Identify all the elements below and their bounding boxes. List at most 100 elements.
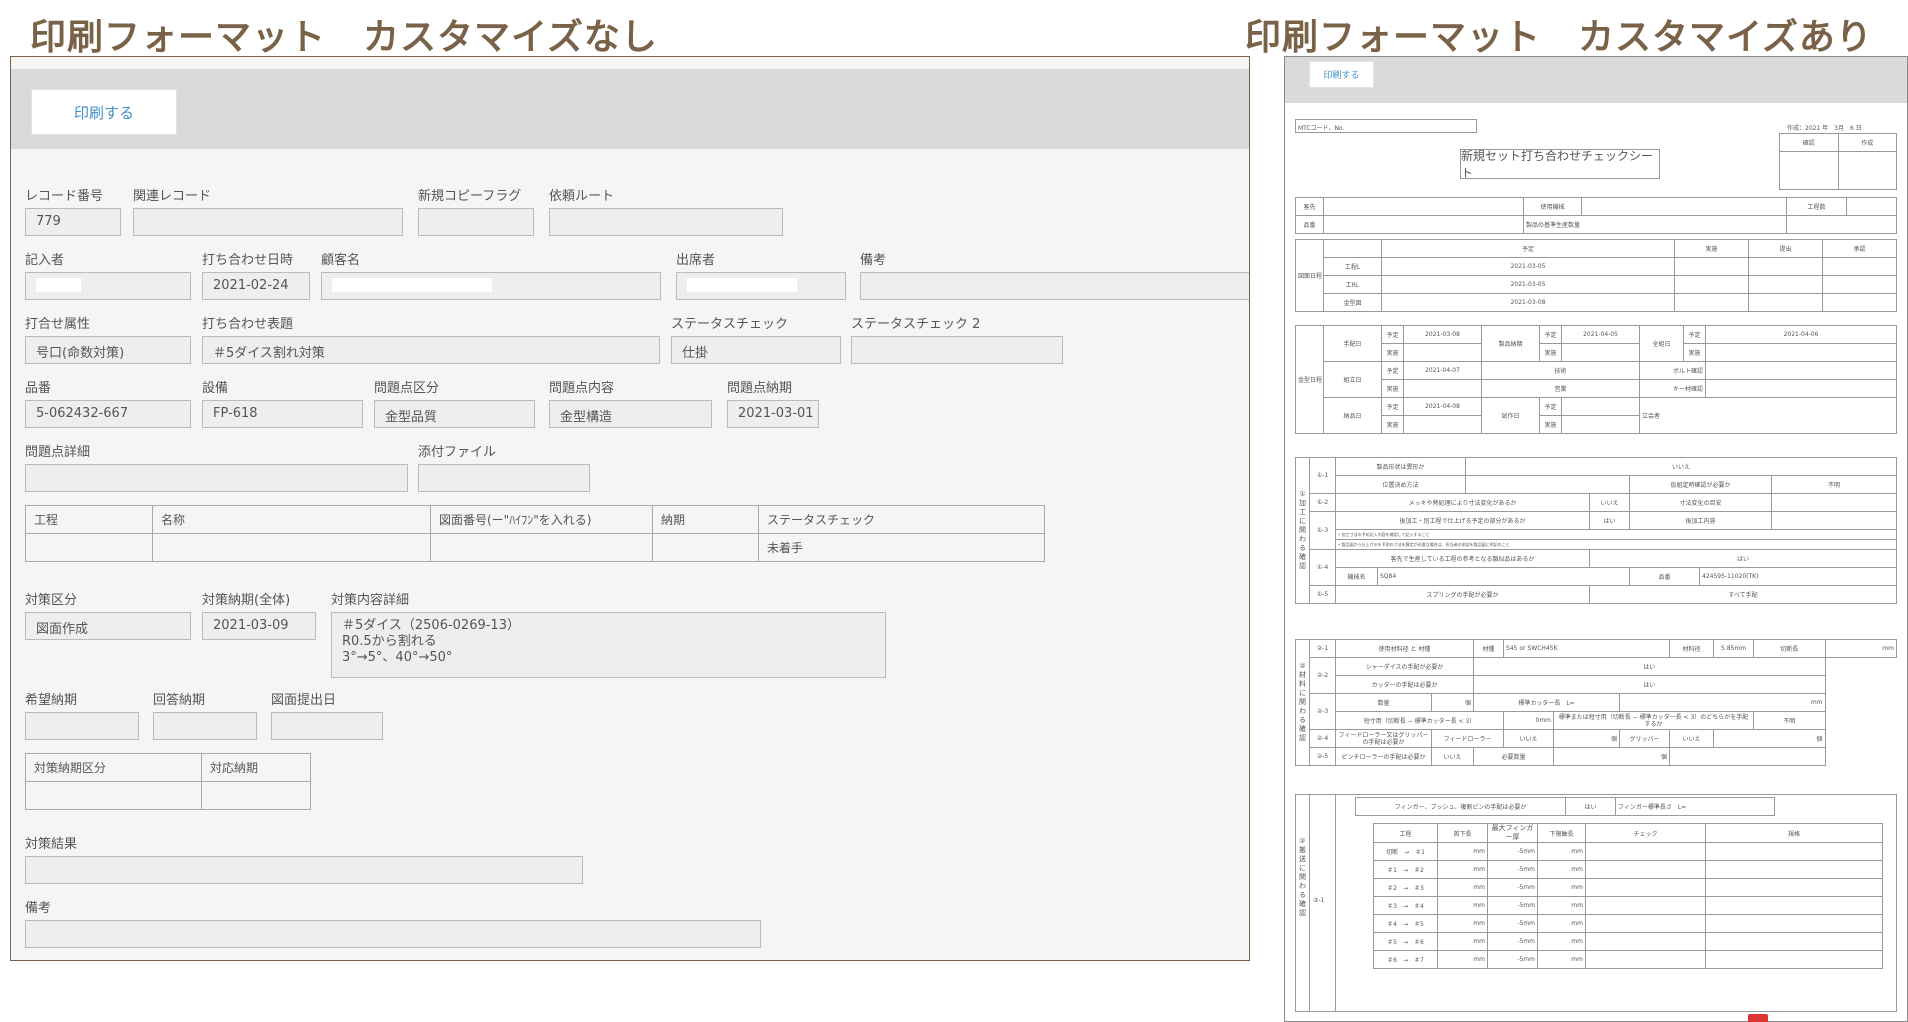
label-measure-detail: 対策内容詳細 (331, 593, 410, 608)
sched-row-label: 工RL (1323, 275, 1382, 294)
finger-table: フィンガー、ブッシュ、複割ピンの手配は必要か はい フィンガー標準長さ L= (1355, 797, 1775, 816)
item-question: 短寸用（切断長 − 標準カッター長 < 3） (1334, 711, 1505, 730)
mold-cell: キー材確認 (1639, 379, 1706, 398)
heading-with-customize: 印刷フォーマット カスタマイズあり (1245, 17, 1873, 58)
drawing-no-cell[interactable] (430, 533, 653, 562)
answer-deadline-field[interactable] (153, 712, 257, 740)
item-question: 材料径 (1669, 639, 1715, 658)
table-row: 対策納期区分 対応納期 (25, 753, 311, 782)
customer-label: 客先 (1295, 197, 1324, 216)
note-line: • 加工寸法の予め記入内容を確認して記入すること (1335, 529, 1897, 540)
writer-field[interactable] (25, 272, 191, 300)
desired-deadline-field[interactable] (25, 712, 139, 740)
issue-category-field[interactable]: 金型品質 (374, 400, 535, 428)
label-record-no: レコード番号 (25, 189, 104, 204)
label-remarks-bottom: 備考 (25, 901, 52, 916)
meeting-attr-field[interactable]: 号口(命数対策) (25, 336, 191, 364)
label-meeting-date: 打ち合わせ日時 (202, 253, 294, 268)
measure-deadline-category-header: 対策納期区分 (25, 753, 202, 782)
label-issue-category: 問題点区分 (374, 381, 440, 396)
issue-content-field[interactable]: 金型構造 (549, 400, 712, 428)
item-question: 寸法変化の目安 (1629, 493, 1773, 512)
mold-date: 2021-04-06 (1705, 325, 1897, 344)
label-meeting-attr: 打合せ属性 (25, 317, 91, 332)
drawing-schedule-table: 図面日程 予定 実施 提出 承認 工程L 2021-03-05 工RL 2021-0… (1295, 239, 1897, 312)
label-desired-deadline: 希望納期 (25, 693, 78, 708)
status-check-field[interactable]: 仕掛 (671, 336, 841, 364)
name-cell[interactable] (152, 533, 431, 562)
mold-cell: 組立日 (1323, 361, 1382, 398)
plan-label: 予定 (1539, 325, 1562, 344)
item-answer: はい (1473, 657, 1826, 676)
section2-title: ②材料に関わる確認 (1295, 639, 1310, 766)
label-meeting-title: 打ち合わせ表題 (202, 317, 294, 332)
meeting-title-field[interactable]: ＃5ダイス割れ対策 (202, 336, 660, 364)
remarks-field[interactable] (860, 272, 1249, 300)
confirm-header: 確認 (1779, 133, 1839, 152)
transfer-header: 工程 (1373, 823, 1438, 843)
measure-category-field[interactable]: 図面作成 (25, 612, 191, 640)
issue-deadline-field[interactable]: 2021-03-01 (727, 400, 819, 428)
copy-flag-field[interactable] (418, 208, 534, 236)
measure-detail-field[interactable]: ＃5ダイス（2506-0269-13） R0.5から割れる 3°→5°、40°→… (331, 612, 886, 678)
mold-date: 2021-03-08 (1403, 325, 1482, 344)
customer-field[interactable] (321, 272, 661, 300)
remarks-bottom-field[interactable] (25, 920, 761, 948)
sched-row-date: 2021-03-05 (1381, 257, 1675, 276)
label-attendee: 出席者 (676, 253, 716, 268)
make-header: 作成 (1837, 133, 1897, 152)
attendee-field[interactable] (676, 272, 846, 300)
measure-deadline-all-field[interactable]: 2021-03-09 (202, 612, 316, 640)
measure-result-field[interactable] (25, 856, 583, 884)
name-header: 名称 (152, 505, 431, 534)
deadline-cell[interactable] (652, 533, 759, 562)
issue-detail-field[interactable] (25, 464, 408, 492)
equipment-field[interactable]: FP-618 (202, 400, 363, 428)
note-line: • 製品図から仕上げるを予測の寸法を算定が必要な場合は、担当者の承認を製品図に明… (1335, 539, 1897, 550)
table-row: 工程 名称 図面番号(ー"ﾊｲﾌﾝ"を入れる) 納期 ステータスチェック (25, 505, 1045, 534)
table-row: ＃1 → ＃2 mm -5mm mm (1373, 860, 1883, 879)
label-writer: 記入者 (25, 253, 65, 268)
request-route-field[interactable] (549, 208, 783, 236)
item-question: スプリングの手配が必要か (1334, 585, 1591, 604)
item-id: ②-1 (1309, 639, 1336, 658)
status-cell[interactable]: 未着手 (758, 533, 1045, 562)
status-header: ステータスチェック (758, 505, 1045, 534)
table-row: 工程 首下長 最大フィンガー厚 下限軸長 チェック 規格 (1373, 823, 1883, 843)
related-record-field[interactable] (133, 208, 403, 236)
table-row: ＃3 → ＃4 mm -5mm mm (1373, 896, 1883, 915)
item-answer: mm (1824, 639, 1898, 658)
sched-submit-header: 提出 (1748, 239, 1823, 258)
sched-row-date: 2021-03-05 (1381, 275, 1675, 294)
item-question: 後加工内容 (1629, 511, 1773, 530)
item-id: ②-4 (1309, 729, 1336, 748)
table-row: 切断 → ＃1 mm -5mm mm (1373, 842, 1883, 861)
item-question: フィンガー、ブッシュ、複割ピンの手配は必要か (1355, 797, 1566, 816)
print-button[interactable]: 印刷する (31, 89, 177, 135)
plan-label: 予定 (1381, 397, 1404, 416)
item-question: 切断長 (1753, 639, 1826, 658)
part-no-field[interactable]: 5-062432-667 (25, 400, 191, 428)
table-row: ＃5 → ＃6 mm -5mm mm (1373, 932, 1883, 951)
status-check-2-field[interactable] (851, 336, 1063, 364)
measure-deadline-table: 対策納期区分 対応納期 (25, 753, 311, 810)
sched-row-label: 工程L (1323, 257, 1382, 276)
meeting-date-field[interactable]: 2021-02-24 (202, 272, 310, 300)
approval-table: 確認 作成 (1779, 133, 1897, 190)
record-no-field[interactable]: 779 (25, 208, 121, 236)
section2-table: ②材料に関わる確認 ②-1 使用材料径 と 材種 材種 S45 or SWCH4… (1295, 639, 1898, 766)
label-status-check-2: ステータスチェック 2 (851, 317, 981, 332)
make-stamp (1837, 151, 1897, 190)
response-deadline-cell[interactable] (201, 781, 311, 810)
attachment-field[interactable] (418, 464, 590, 492)
item-question: フィンガー標準長さ L= (1615, 797, 1775, 816)
transfer-header: チェック (1585, 823, 1706, 843)
print-button[interactable]: 印刷する (1309, 61, 1374, 88)
drawing-submit-field[interactable] (271, 712, 383, 740)
process-cell[interactable] (25, 533, 153, 562)
measure-deadline-category-cell[interactable] (25, 781, 202, 810)
heading-no-customize: 印刷フォーマット カスタマイズなし (30, 17, 658, 58)
item-id: ②-3 (1309, 693, 1336, 730)
item-question: 数量 (1335, 693, 1432, 712)
plan-label: 予定 (1381, 361, 1404, 380)
